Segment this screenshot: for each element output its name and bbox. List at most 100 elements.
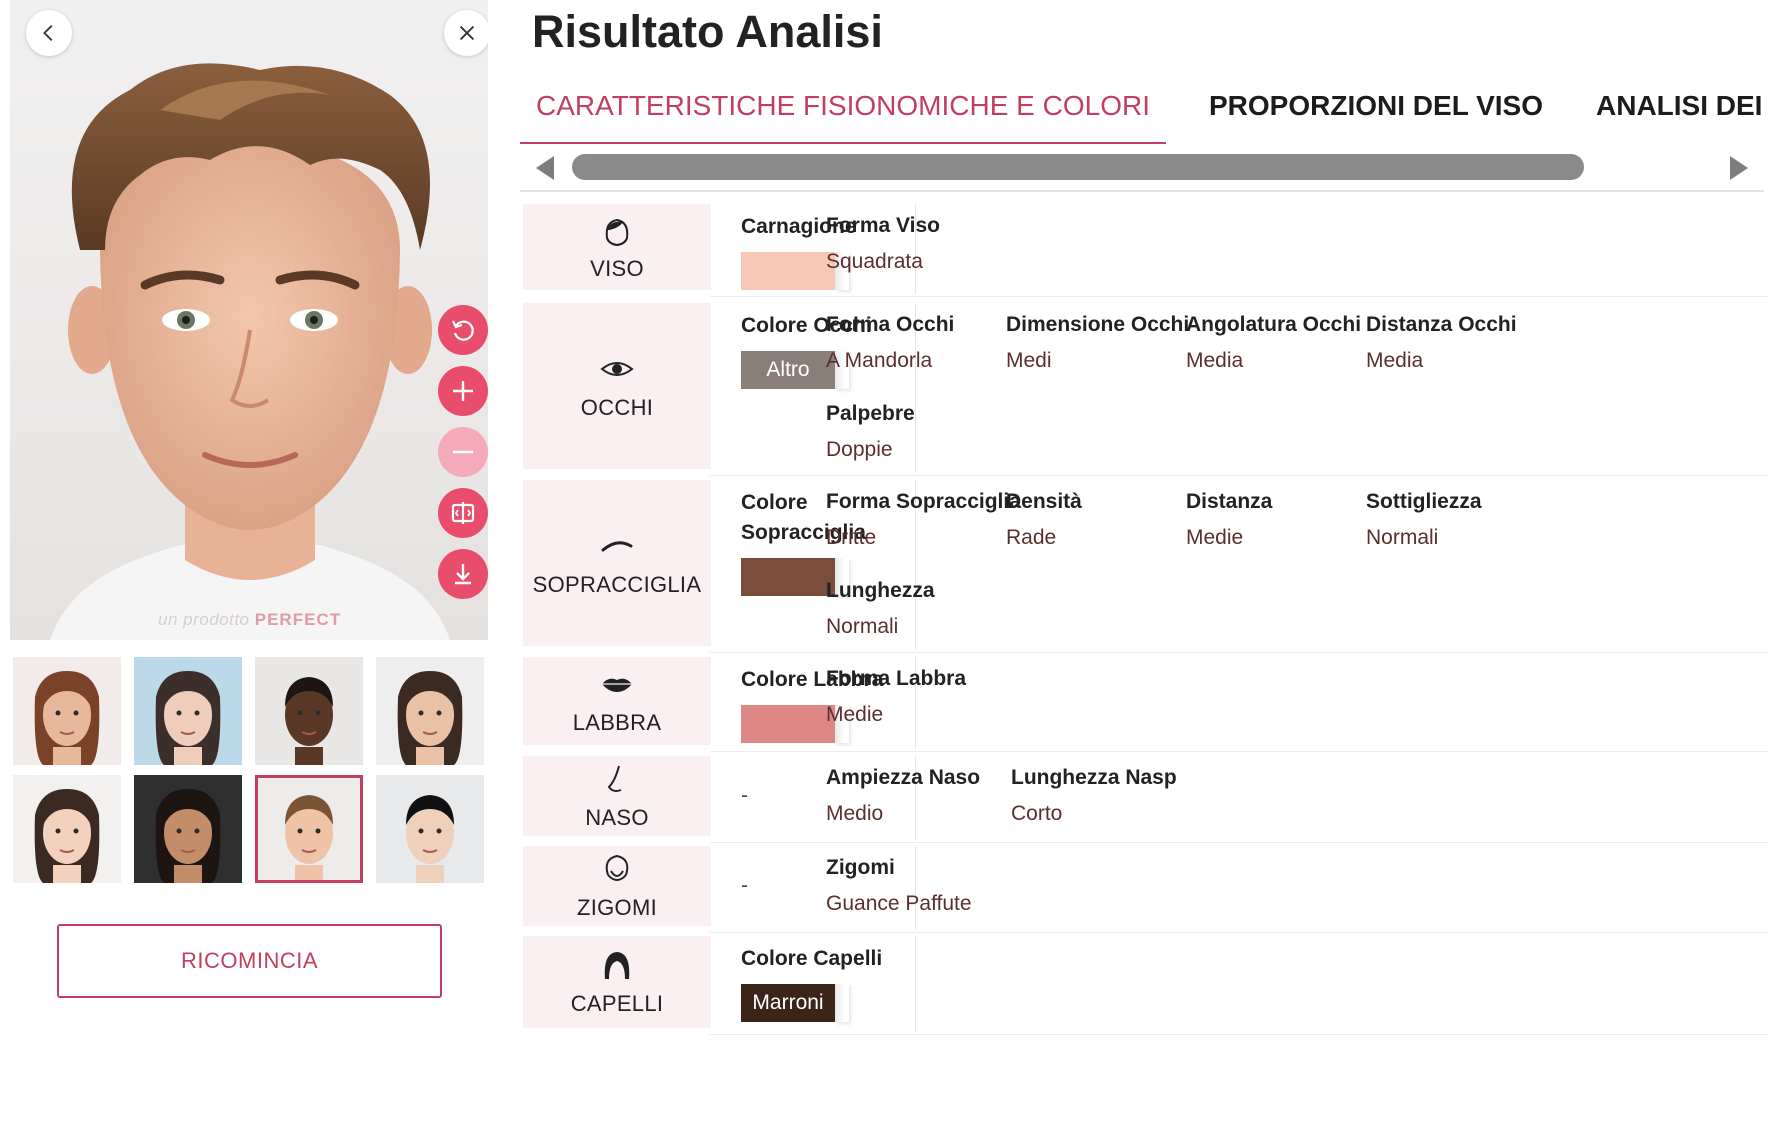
attribute-title: Ampiezza Naso [826,766,981,789]
category-label: NASO [585,805,649,830]
compare-button[interactable] [438,488,488,538]
analysis-row-viso: VISO Carnagione Forma Viso Squadrata [520,204,1768,297]
attribute-value: A Mandorla [826,349,933,372]
results-panel: Risultato Analisi CARATTERISTICHE FISION… [520,0,1768,1132]
zoom-out-button[interactable] [438,427,488,477]
category-cell: OCCHI [523,303,711,469]
download-button[interactable] [438,549,488,599]
scroll-left-icon[interactable] [532,154,556,182]
attribute-title: Lunghezza [826,579,935,602]
color-cell: Colore Capelli Marroni [741,944,916,1022]
category-cell: NASO [523,756,711,836]
attribute-title: Forma Labbra [826,667,967,690]
analysis-row-occhi: OCCHI Colore Occhi Altro Forma Occhi A Ma… [520,303,1768,476]
analysis-row-naso: NASO - Ampiezza Naso Medio Lunghezza Nasp C… [520,756,1768,843]
attribute-item: Dimensione Occhi Medi [1006,313,1189,373]
attribute-value: Medio [826,802,884,825]
chevron-left-icon [43,25,53,41]
category-cell: LABBRA [523,657,711,745]
attribute-title: Angolatura Occhi [1186,313,1362,336]
attribute-title: Lunghezza Nasp [1011,766,1177,789]
sample-face-thumbnail[interactable] [255,657,363,765]
restart-button[interactable]: RICOMINCIA [57,924,442,998]
analysis-row-capelli: CAPELLI Colore Capelli Marroni [520,936,1768,1035]
attribute-value: Media [1186,349,1244,372]
active-tab-indicator [520,142,1166,144]
no-color-placeholder: - [741,784,748,807]
attribute-item: Forma Sopracciglia Dritte [826,490,1021,550]
attribute-item: Angolatura Occhi Media [1186,313,1361,373]
attribute-title: Distanza [1186,490,1273,513]
scrollbar-thumb[interactable] [572,154,1584,180]
analyzed-photo: un prodotto PERFECT [10,0,488,640]
divider [520,190,1764,192]
attribute-value: Normali [826,615,899,638]
scroll-right-icon[interactable] [1728,154,1752,182]
category-label: LABBRA [572,710,662,735]
attribute-title: Sottigliezza [1366,490,1482,513]
face-icon [605,218,629,247]
column-divider [915,936,916,1032]
attribute-value: Medie [826,703,884,726]
hair-icon [604,952,630,979]
attribute-value: Guance Paffute [826,892,972,915]
attribute-item: Lunghezza Normali [826,579,935,639]
sample-face-thumbnail[interactable] [134,657,242,765]
portrait-image [50,63,450,640]
attribute-value: Squadrata [826,250,923,273]
compare-icon [451,502,475,524]
row-divider [710,652,1768,653]
cheekbones-icon [605,854,629,881]
close-button[interactable] [444,10,488,56]
attribute-title: Palpebre [826,402,915,425]
attribute-item: Zigomi Guance Paffute [826,856,972,916]
plus-icon [453,381,473,401]
attribute-value: Media [1366,349,1424,372]
rotate-button[interactable] [438,305,488,355]
row-divider [710,1034,1768,1035]
attribute-item: Forma Viso Squadrata [826,214,940,274]
sample-face-thumbnail[interactable] [376,775,484,883]
category-label: VISO [590,256,644,281]
color-swatch-label [741,252,835,290]
sample-face-thumbnail[interactable] [13,657,121,765]
zoom-in-button[interactable] [438,366,488,416]
sample-face-thumbnail[interactable] [255,775,363,883]
sample-face-thumbnail[interactable] [134,775,242,883]
download-icon [455,564,471,585]
attribute-item: Distanza Medie [1186,490,1272,550]
attribute-value: Corto [1011,802,1063,825]
attribute-title: Distanza Occhi [1366,313,1517,336]
tab-face-proportions[interactable]: PROPORZIONI DEL VISO [1209,90,1543,122]
horizontal-scrollbar[interactable] [520,150,1764,186]
row-divider [710,932,1768,933]
sample-gallery [13,657,489,883]
attribute-item: Forma Labbra Medie [826,667,966,727]
attribute-title: Forma Viso [826,214,940,237]
color-title: Colore Capelli [741,947,883,970]
attribute-item: Distanza Occhi Media [1366,313,1517,373]
eye-icon [600,362,634,376]
analysis-row-zigomi: ZIGOMI - Zigomi Guance Paffute [520,846,1768,933]
back-button[interactable] [26,10,72,56]
tab-bar: CARATTERISTICHE FISIONOMICHE E COLORI PR… [520,82,1768,144]
tab-features-colors[interactable]: CARATTERISTICHE FISIONOMICHE E COLORI [536,90,1150,122]
nose-icon [607,765,622,792]
lips-icon [602,678,632,692]
category-label: OCCHI [580,395,654,420]
left-panel: un prodotto PERFECT RICOMINCIA [0,0,500,1132]
attribute-value: Doppie [826,438,893,461]
sample-face-thumbnail[interactable] [376,657,484,765]
color-swatch-label: Altro [766,358,810,381]
sample-face-thumbnail[interactable] [13,775,121,883]
category-label: SOPRACCIGLIA [532,572,702,597]
category-label: ZIGOMI [576,895,657,920]
category-label: CAPELLI [570,991,664,1016]
row-divider [710,296,1768,297]
attribute-title: Forma Sopracciglia [826,490,1021,513]
eyebrow-icon [601,541,633,552]
category-cell: VISO [523,204,711,290]
tab-analysis-more[interactable]: ANALISI DEI [1596,90,1762,122]
attribute-item: Ampiezza Naso Medio [826,766,980,826]
attribute-value: Dritte [826,526,877,549]
